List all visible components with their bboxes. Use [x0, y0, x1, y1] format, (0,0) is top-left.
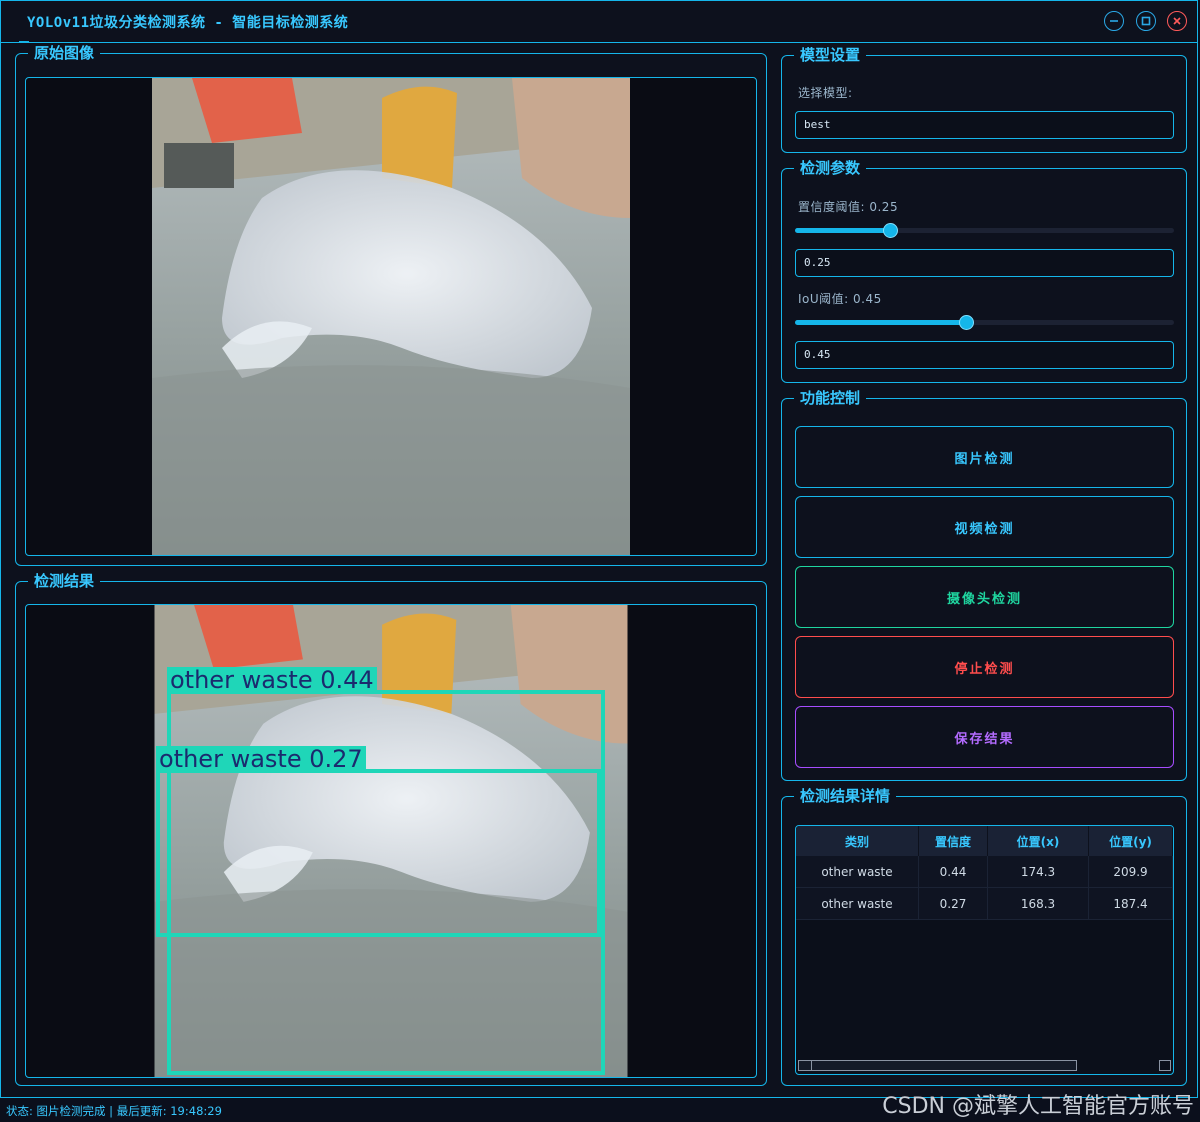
- iou-slider-fill: [795, 320, 966, 325]
- table-row[interactable]: other waste 0.44 174.3 209.9: [796, 856, 1173, 888]
- detection-result-title: 检测结果: [28, 572, 101, 590]
- table-cell: 209.9: [1088, 856, 1173, 888]
- title-bar[interactable]: YOLOv11垃圾分类检测系统 - 智能目标检测系统: [1, 1, 1197, 43]
- detection-params-title: 检测参数: [794, 159, 867, 177]
- horizontal-scrollbar[interactable]: [798, 1060, 1077, 1071]
- original-image-group: 原始图像: [15, 44, 767, 566]
- column-header[interactable]: 位置(x): [987, 826, 1089, 856]
- save-result-button[interactable]: 保存结果: [795, 706, 1174, 768]
- result-photo: other waste 0.44 other waste 0.27: [154, 605, 628, 1077]
- original-image-frame: [25, 77, 757, 556]
- table-cell: 0.44: [918, 856, 988, 888]
- maximize-icon: [1141, 16, 1151, 26]
- model-select[interactable]: best: [795, 111, 1174, 139]
- confidence-label: 置信度阈值: 0.25: [798, 200, 899, 214]
- image-detect-button[interactable]: 图片检测: [795, 426, 1174, 488]
- iou-slider-handle[interactable]: [959, 315, 974, 330]
- table-cell: 187.4: [1088, 887, 1173, 920]
- title-accent: [19, 41, 29, 43]
- original-photo: [152, 78, 630, 555]
- close-icon: [1173, 17, 1181, 25]
- detection-box-2: [156, 769, 601, 937]
- column-header[interactable]: 置信度: [918, 826, 988, 856]
- minimize-icon: [1110, 20, 1118, 22]
- scroll-left-arrow[interactable]: [799, 1061, 812, 1070]
- results-header-row: 类别 置信度 位置(x) 位置(y): [796, 826, 1173, 856]
- table-cell: other waste: [796, 856, 919, 888]
- model-settings-title: 模型设置: [794, 46, 867, 64]
- detection-label-2: other waste 0.27: [156, 746, 366, 772]
- table-cell: other waste: [796, 887, 919, 920]
- confidence-slider-fill: [795, 228, 890, 233]
- confidence-slider[interactable]: [795, 223, 1174, 238]
- model-settings-group: 模型设置 选择模型: best: [781, 46, 1187, 153]
- results-table: 类别 置信度 位置(x) 位置(y) other waste 0.44 174.…: [796, 826, 1173, 920]
- result-image-frame: other waste 0.44 other waste 0.27: [25, 604, 757, 1078]
- confidence-input[interactable]: 0.25: [795, 249, 1174, 277]
- scroll-corner: [1159, 1060, 1171, 1071]
- iou-label: IoU阈值: 0.45: [798, 292, 882, 306]
- result-details-group: 检测结果详情 类别 置信度 位置(x) 位置(y) other waste 0.…: [781, 787, 1187, 1086]
- detection-label-1: other waste 0.44: [167, 667, 377, 693]
- minimize-button[interactable]: [1104, 11, 1124, 31]
- function-control-title: 功能控制: [794, 389, 867, 407]
- table-cell: 0.27: [918, 887, 988, 920]
- results-table-container: 类别 置信度 位置(x) 位置(y) other waste 0.44 174.…: [795, 825, 1174, 1075]
- column-header[interactable]: 类别: [796, 826, 919, 856]
- stop-detect-button[interactable]: 停止检测: [795, 636, 1174, 698]
- table-cell: 168.3: [987, 887, 1089, 920]
- status-bar: 状态: 图片检测完成 | 最后更新: 19:48:29: [6, 1104, 222, 1118]
- video-detect-button[interactable]: 视频检测: [795, 496, 1174, 558]
- original-image-title: 原始图像: [28, 44, 101, 62]
- main-window: YOLOv11垃圾分类检测系统 - 智能目标检测系统 原始图像 检测结果 oth…: [0, 0, 1198, 1098]
- detection-result-group: 检测结果 other waste 0.44 other waste 0.27: [15, 572, 767, 1086]
- iou-input[interactable]: 0.45: [795, 341, 1174, 369]
- maximize-button[interactable]: [1136, 11, 1156, 31]
- table-cell: 174.3: [987, 856, 1089, 888]
- close-button[interactable]: [1167, 11, 1187, 31]
- detection-params-group: 检测参数 置信度阈值: 0.25 0.25 IoU阈值: 0.45 0.45: [781, 159, 1187, 383]
- window-title: YOLOv11垃圾分类检测系统 - 智能目标检测系统: [27, 15, 349, 31]
- result-details-title: 检测结果详情: [794, 787, 897, 805]
- camera-detect-button[interactable]: 摄像头检测: [795, 566, 1174, 628]
- iou-slider[interactable]: [795, 315, 1174, 330]
- table-row[interactable]: other waste 0.27 168.3 187.4: [796, 887, 1173, 920]
- column-header[interactable]: 位置(y): [1088, 826, 1173, 856]
- model-select-label: 选择模型:: [798, 86, 853, 100]
- confidence-slider-handle[interactable]: [883, 223, 898, 238]
